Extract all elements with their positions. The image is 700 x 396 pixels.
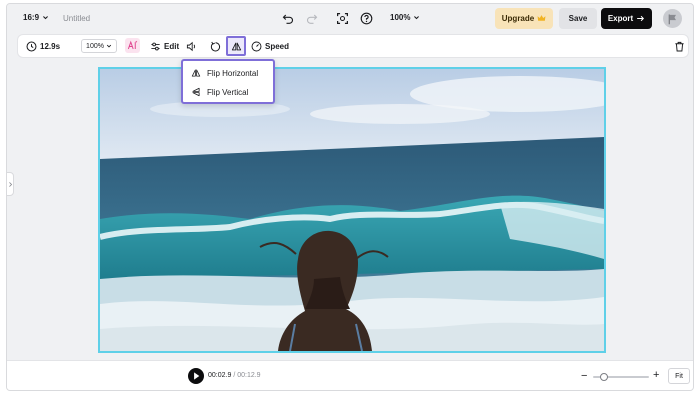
clock-icon — [26, 41, 37, 51]
aspect-ratio-select[interactable]: 16:9 — [23, 13, 49, 22]
chevron-down-icon — [43, 16, 48, 20]
flip-horizontal-option[interactable]: Flip Horizontal — [183, 64, 273, 82]
flip-horizontal-label: Flip Horizontal — [207, 68, 259, 78]
upgrade-button[interactable]: Upgrade — [495, 8, 553, 29]
duration-value: 12.9s — [40, 41, 61, 51]
top-bar: 16:9 Untitled 100% Upgrade Save Export — [7, 4, 693, 34]
clip-toolbar: 12.9s 100% Edit Speed — [18, 35, 688, 57]
flip-icon — [231, 42, 241, 50]
speedometer-icon — [251, 41, 262, 51]
flip-horizontal-icon — [191, 69, 201, 77]
undo-icon[interactable] — [281, 11, 295, 25]
ai-tools-button[interactable] — [125, 38, 140, 53]
help-icon[interactable] — [359, 11, 373, 25]
chevron-right-icon — [8, 181, 12, 187]
flip-vertical-option[interactable]: Flip Vertical — [183, 83, 273, 101]
trash-icon — [675, 41, 684, 51]
chevron-down-icon — [106, 44, 112, 48]
fit-button[interactable]: Fit — [668, 368, 690, 384]
slider-knob[interactable] — [600, 373, 609, 381]
time-separator: / — [233, 372, 236, 379]
upgrade-label: Upgrade — [501, 14, 535, 23]
playback-bar: 00:02.9 / 00:12.9 − + Fit — [7, 360, 693, 390]
duration-display[interactable]: 12.9s — [26, 35, 60, 57]
flip-button[interactable] — [226, 36, 246, 56]
ai-sparkle-icon — [127, 40, 138, 50]
panel-collapse-handle[interactable] — [7, 172, 14, 196]
flag-icon — [668, 14, 676, 24]
editor-window: 16:9 Untitled 100% Upgrade Save Export 1… — [6, 3, 694, 391]
aspect-ratio-label: 16:9 — [23, 13, 40, 22]
crown-icon — [537, 15, 546, 21]
project-title[interactable]: Untitled — [63, 14, 90, 23]
fit-label: Fit — [675, 372, 683, 380]
clip-zoom-select[interactable]: 100% — [81, 39, 117, 53]
zoom-out-icon[interactable]: − — [581, 370, 587, 382]
current-time: 00:02.9 — [208, 372, 232, 379]
time-display: 00:02.9 / 00:12.9 — [208, 372, 261, 379]
flip-menu: Flip Horizontal Flip Vertical — [181, 59, 275, 104]
arrow-right-icon — [637, 15, 645, 22]
speed-button[interactable]: Speed — [251, 35, 289, 57]
zoom-select[interactable]: 100% — [390, 13, 420, 22]
play-icon — [193, 372, 199, 380]
delete-button[interactable] — [674, 35, 685, 57]
zoom-value: 100% — [390, 13, 411, 22]
volume-button[interactable] — [186, 35, 197, 57]
timeline-zoom-slider[interactable] — [593, 373, 649, 381]
redo-icon[interactable] — [305, 11, 319, 25]
sliders-icon — [151, 42, 160, 50]
zoom-in-icon[interactable]: + — [653, 369, 659, 381]
total-time: 00:12.9 — [237, 372, 261, 379]
play-button[interactable] — [188, 368, 204, 384]
edit-label: Edit — [164, 41, 180, 51]
save-label: Save — [568, 14, 588, 23]
clip-zoom-value: 100% — [86, 42, 104, 50]
flip-vertical-label: Flip Vertical — [207, 87, 249, 97]
screen-capture-icon[interactable] — [335, 11, 349, 25]
save-button[interactable]: Save — [559, 8, 597, 29]
chevron-down-icon — [414, 16, 420, 20]
speaker-icon — [186, 41, 196, 51]
rotate-button[interactable] — [210, 35, 221, 57]
edit-button[interactable]: Edit — [150, 35, 179, 57]
flip-vertical-icon — [192, 87, 200, 97]
video-canvas[interactable] — [98, 67, 606, 353]
user-avatar[interactable] — [663, 9, 682, 28]
rotate-icon — [210, 41, 221, 51]
speed-label: Speed — [265, 41, 290, 51]
export-button[interactable]: Export — [601, 8, 652, 29]
video-frame-image — [100, 69, 604, 351]
export-label: Export — [607, 14, 634, 23]
